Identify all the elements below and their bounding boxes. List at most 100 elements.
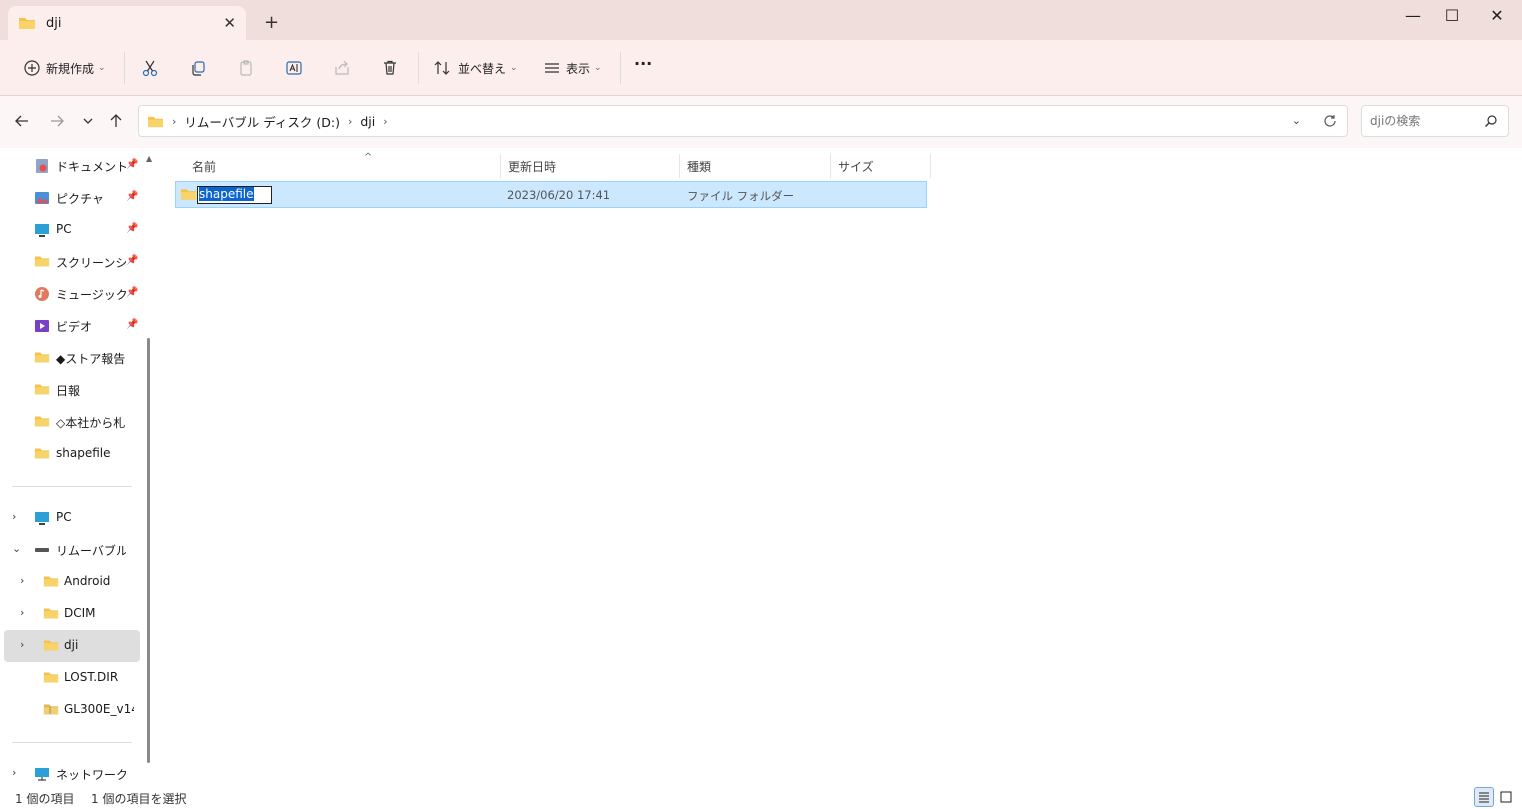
chevron-right-icon[interactable]: › (20, 638, 24, 651)
rename-field[interactable]: shapefile (197, 186, 272, 204)
folder-icon (34, 352, 50, 363)
new-button[interactable]: 新規作成 ⌄ (20, 56, 106, 80)
chevron-right-icon[interactable]: › (20, 574, 24, 587)
sidebar-item-documents[interactable]: ドキュメント 📌 (0, 150, 140, 182)
tiles-view-button[interactable] (1496, 787, 1516, 807)
file-type: ファイル フォルダー (687, 189, 795, 203)
divider (418, 52, 419, 84)
column-size-label: サイズ (838, 159, 874, 174)
address-dropdown-icon[interactable]: ⌄ (1292, 114, 1301, 127)
paste-button[interactable] (234, 56, 258, 80)
file-date: 2023/06/20 17:41 (507, 188, 611, 202)
status-bar: 1 個の項目 1 個の項目を選択 (0, 785, 1522, 809)
sidebar-scrollbar[interactable] (147, 338, 150, 763)
tree-item-lost-dir[interactable]: LOST.DIR (0, 662, 140, 694)
tree-item-label: dji (64, 638, 79, 652)
navigation-pane: ▲ ドキュメント 📌 ピクチャ 📌 PC 📌 スクリーンショット 📌 ミュージッ… (0, 148, 157, 785)
list-view-icon (540, 56, 564, 80)
search-box[interactable] (1361, 105, 1509, 137)
paste-icon (234, 56, 258, 80)
sidebar-item-store-report[interactable]: ◆ストア報告、入 (0, 342, 140, 374)
delete-button[interactable] (378, 56, 402, 80)
pc-icon (35, 224, 49, 237)
zip-folder-icon (43, 704, 59, 715)
new-tab-button[interactable]: + (264, 12, 279, 33)
rename-button[interactable] (282, 56, 306, 80)
sidebar-item-head-office[interactable]: ◇本社から札幌 (0, 406, 140, 438)
documents-icon (36, 159, 48, 173)
chevron-down-icon[interactable]: ⌄ (12, 542, 21, 555)
divider (12, 486, 132, 487)
sidebar-item-label: shapefile (56, 446, 111, 460)
chevron-right-icon[interactable]: › (12, 510, 16, 523)
view-button[interactable]: 表示 ⌄ (540, 56, 602, 80)
close-button[interactable]: ✕ (1474, 6, 1520, 25)
sidebar-item-shapefile[interactable]: shapefile (0, 438, 140, 470)
folder-icon (43, 608, 59, 619)
tree-item-label: PC (56, 510, 72, 524)
folder-icon (43, 640, 59, 651)
refresh-icon[interactable] (1323, 114, 1337, 128)
sidebar-item-videos[interactable]: ビデオ 📌 (0, 310, 140, 342)
folder-icon (43, 672, 59, 683)
column-header-type[interactable]: 種類 (679, 154, 831, 178)
chevron-right-icon[interactable]: › (20, 606, 24, 619)
sidebar-item-daily-report[interactable]: 日報 (0, 374, 140, 406)
pictures-icon (35, 192, 49, 204)
sidebar-item-label: スクリーンショット (56, 256, 126, 270)
maximize-button[interactable]: ☐ (1429, 6, 1475, 25)
share-button[interactable] (330, 56, 354, 80)
sidebar-item-screenshots[interactable]: スクリーンショット 📌 (0, 246, 140, 278)
chevron-right-icon[interactable]: › (12, 766, 16, 779)
pin-icon: 📌 (126, 223, 139, 234)
sort-button[interactable]: 並べ替え ⌄ (430, 56, 518, 80)
folder-icon (180, 189, 197, 200)
view-button-label: 表示 (566, 61, 591, 76)
scroll-up-icon[interactable]: ▲ (146, 154, 152, 163)
video-icon (35, 320, 49, 332)
up-button[interactable] (105, 110, 127, 132)
divider (620, 52, 621, 84)
tree-item-android[interactable]: › Android (0, 566, 140, 598)
recent-locations-button[interactable] (77, 110, 99, 132)
tree-item-dji[interactable]: › dji (4, 630, 140, 662)
copy-button[interactable] (186, 56, 210, 80)
column-header-name[interactable]: 名前 ^ (184, 152, 501, 178)
column-header-date[interactable]: 更新日時 (500, 154, 680, 178)
breadcrumb-dji[interactable]: dji (360, 114, 375, 129)
table-row[interactable]: shapefile 2023/06/20 17:41 ファイル フォルダー (175, 181, 927, 208)
folder-icon (148, 116, 163, 127)
tree-item-dcim[interactable]: › DCIM (0, 598, 140, 630)
tab-close-button[interactable]: ✕ (223, 14, 236, 32)
details-view-button[interactable] (1474, 787, 1494, 807)
search-input[interactable] (1370, 114, 1480, 128)
sort-ascending-icon: ^ (364, 152, 373, 163)
column-type-label: 種類 (687, 159, 712, 174)
tab-dji[interactable]: dji ✕ (8, 6, 246, 40)
forward-button[interactable] (46, 110, 68, 132)
tree-item-gl300e[interactable]: GL300E_v1430_ (0, 694, 140, 726)
search-icon (1485, 115, 1497, 127)
tab-title: dji (46, 15, 62, 31)
more-options-button[interactable]: ··· (634, 54, 652, 73)
arrow-right-icon (51, 115, 64, 127)
tree-item-removable-disk[interactable]: ⌄ リムーバブル ディスク (0, 534, 140, 566)
column-header-size[interactable]: サイズ (830, 154, 931, 178)
folder-icon (34, 416, 50, 427)
back-button[interactable] (11, 110, 33, 132)
content-area: ▲ ドキュメント 📌 ピクチャ 📌 PC 📌 スクリーンショット 📌 ミュージッ… (0, 148, 1522, 785)
address-bar[interactable]: › リムーバブル ディスク (D:) › dji › ⌄ (138, 105, 1348, 137)
trash-icon (378, 56, 402, 80)
sidebar-item-pc[interactable]: PC 📌 (0, 214, 140, 246)
cut-button[interactable] (138, 56, 162, 80)
breadcrumb-drive[interactable]: リムーバブル ディスク (D:) (184, 112, 340, 131)
sidebar-item-pictures[interactable]: ピクチャ 📌 (0, 182, 140, 214)
arrow-left-icon (15, 115, 28, 127)
sidebar-item-label: PC (56, 222, 72, 236)
tree-item-pc[interactable]: › PC (0, 502, 140, 534)
sidebar-item-label: ビデオ (56, 320, 93, 334)
chevron-right-icon: › (383, 114, 388, 128)
network-icon (35, 768, 49, 781)
sidebar-item-music[interactable]: ミュージック 📌 (0, 278, 140, 310)
share-icon (330, 56, 354, 80)
